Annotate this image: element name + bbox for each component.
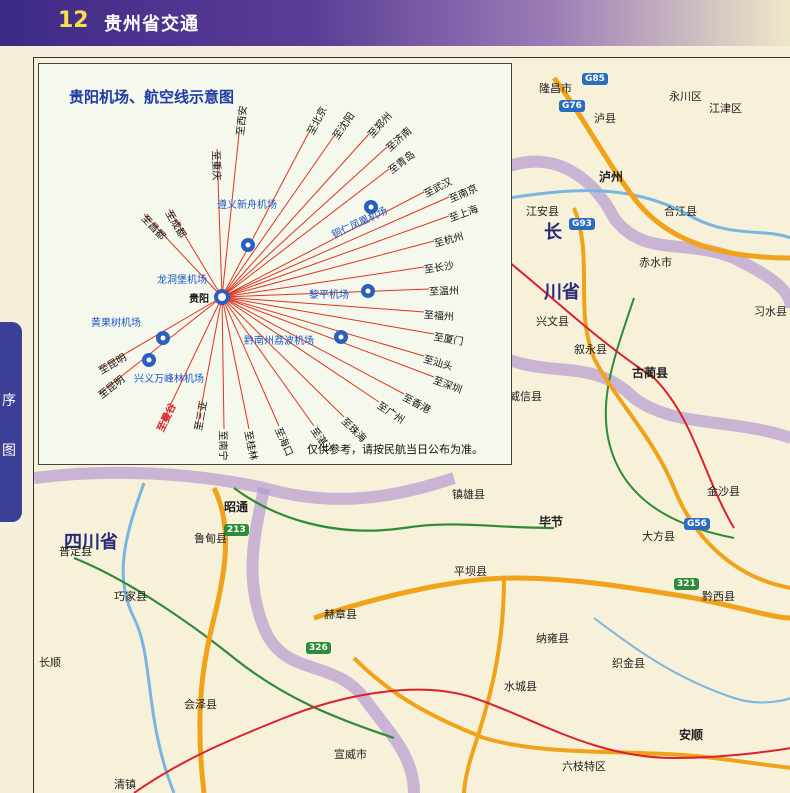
airport-label: 遵义新舟机场 <box>217 200 277 211</box>
city-label: 永川区 <box>669 90 702 103</box>
city-label: 普定县 <box>59 545 92 558</box>
city-label: 合江县 <box>664 205 697 218</box>
page-number: 12 <box>58 8 89 33</box>
road-shield: G85 <box>582 73 608 85</box>
city-label: 叙永县 <box>574 343 607 356</box>
route-destination-label: 至西安 <box>235 105 250 137</box>
city-label: 赤水市 <box>639 256 672 269</box>
airport-label: 兴义万峰林机场 <box>134 374 204 385</box>
city-label: 镇雄县 <box>452 488 485 501</box>
airline-inset-map: 贵阳机场、航空线示意图 贵阳 遵义新舟机场 铜仁凤凰机场 龙洞堡机场 黎平机场 … <box>38 63 512 465</box>
road-shield: 326 <box>306 642 331 654</box>
city-label: 金沙县 <box>707 485 740 498</box>
city-label: 平坝县 <box>454 565 487 578</box>
city-label: 江安县 <box>526 205 559 218</box>
road-shield: G56 <box>684 518 710 530</box>
road-shield: G93 <box>569 218 595 230</box>
city-label: 江津区 <box>709 102 742 115</box>
city-label: 巧家县 <box>114 590 147 603</box>
road-shield: G76 <box>559 100 585 112</box>
hub-label: 贵阳 <box>189 294 209 305</box>
city-label: 织金县 <box>612 657 645 670</box>
city-label: 昭通 <box>224 500 249 514</box>
road-shield: 321 <box>674 578 699 590</box>
airport-label: 黔南州荔波机场 <box>244 336 314 347</box>
route-destination-label: 至温州 <box>428 285 460 298</box>
city-label: 宣威市 <box>334 748 367 761</box>
chapter-side-tab[interactable]: 序 图 <box>0 322 22 522</box>
city-label: 黔西县 <box>702 590 735 603</box>
city-label: 鲁甸县 <box>194 532 227 545</box>
city-label: 毕节 <box>539 515 564 529</box>
city-label: 纳雍县 <box>536 632 569 645</box>
city-label: 泸县 <box>594 112 616 125</box>
city-label: 会泽县 <box>184 698 217 711</box>
airport-label: 龙洞堡机场 <box>157 275 207 286</box>
province-label: 川省 <box>544 282 580 303</box>
city-label: 赫章县 <box>324 608 357 621</box>
airport-label: 黎平机场 <box>309 290 349 301</box>
city-label: 兴文县 <box>536 315 569 328</box>
page-title: 贵州省交通 <box>104 14 199 35</box>
route-destination-label: 至重庆 <box>209 150 222 181</box>
city-label: 清镇 <box>114 778 136 791</box>
page-header: 12 贵州省交通 <box>0 0 790 46</box>
city-label: 六枝特区 <box>562 760 606 773</box>
city-label: 泸州 <box>599 170 624 184</box>
city-label: 水城县 <box>504 680 537 693</box>
city-label: 习水县 <box>754 305 787 318</box>
route-destination-label: 至南宁 <box>216 430 228 461</box>
city-label: 古蔺县 <box>632 366 669 380</box>
side-tab-char-1: 序 <box>2 393 16 409</box>
airport-label: 黄果树机场 <box>91 318 141 329</box>
road-shield: 213 <box>224 524 249 536</box>
city-label: 大方县 <box>642 530 675 543</box>
city-label: 威信县 <box>509 390 542 403</box>
disclaimer-note: 仅供参考，请按民航当日公布为准。 <box>307 443 483 456</box>
city-label: 隆昌市 <box>539 82 572 95</box>
city-label: 安顺 <box>679 728 704 742</box>
side-tab-char-2: 图 <box>2 443 16 459</box>
route-destination-label: 至福州 <box>423 310 455 324</box>
city-label: 长顺 <box>39 656 61 669</box>
province-label: 长 <box>544 222 562 243</box>
